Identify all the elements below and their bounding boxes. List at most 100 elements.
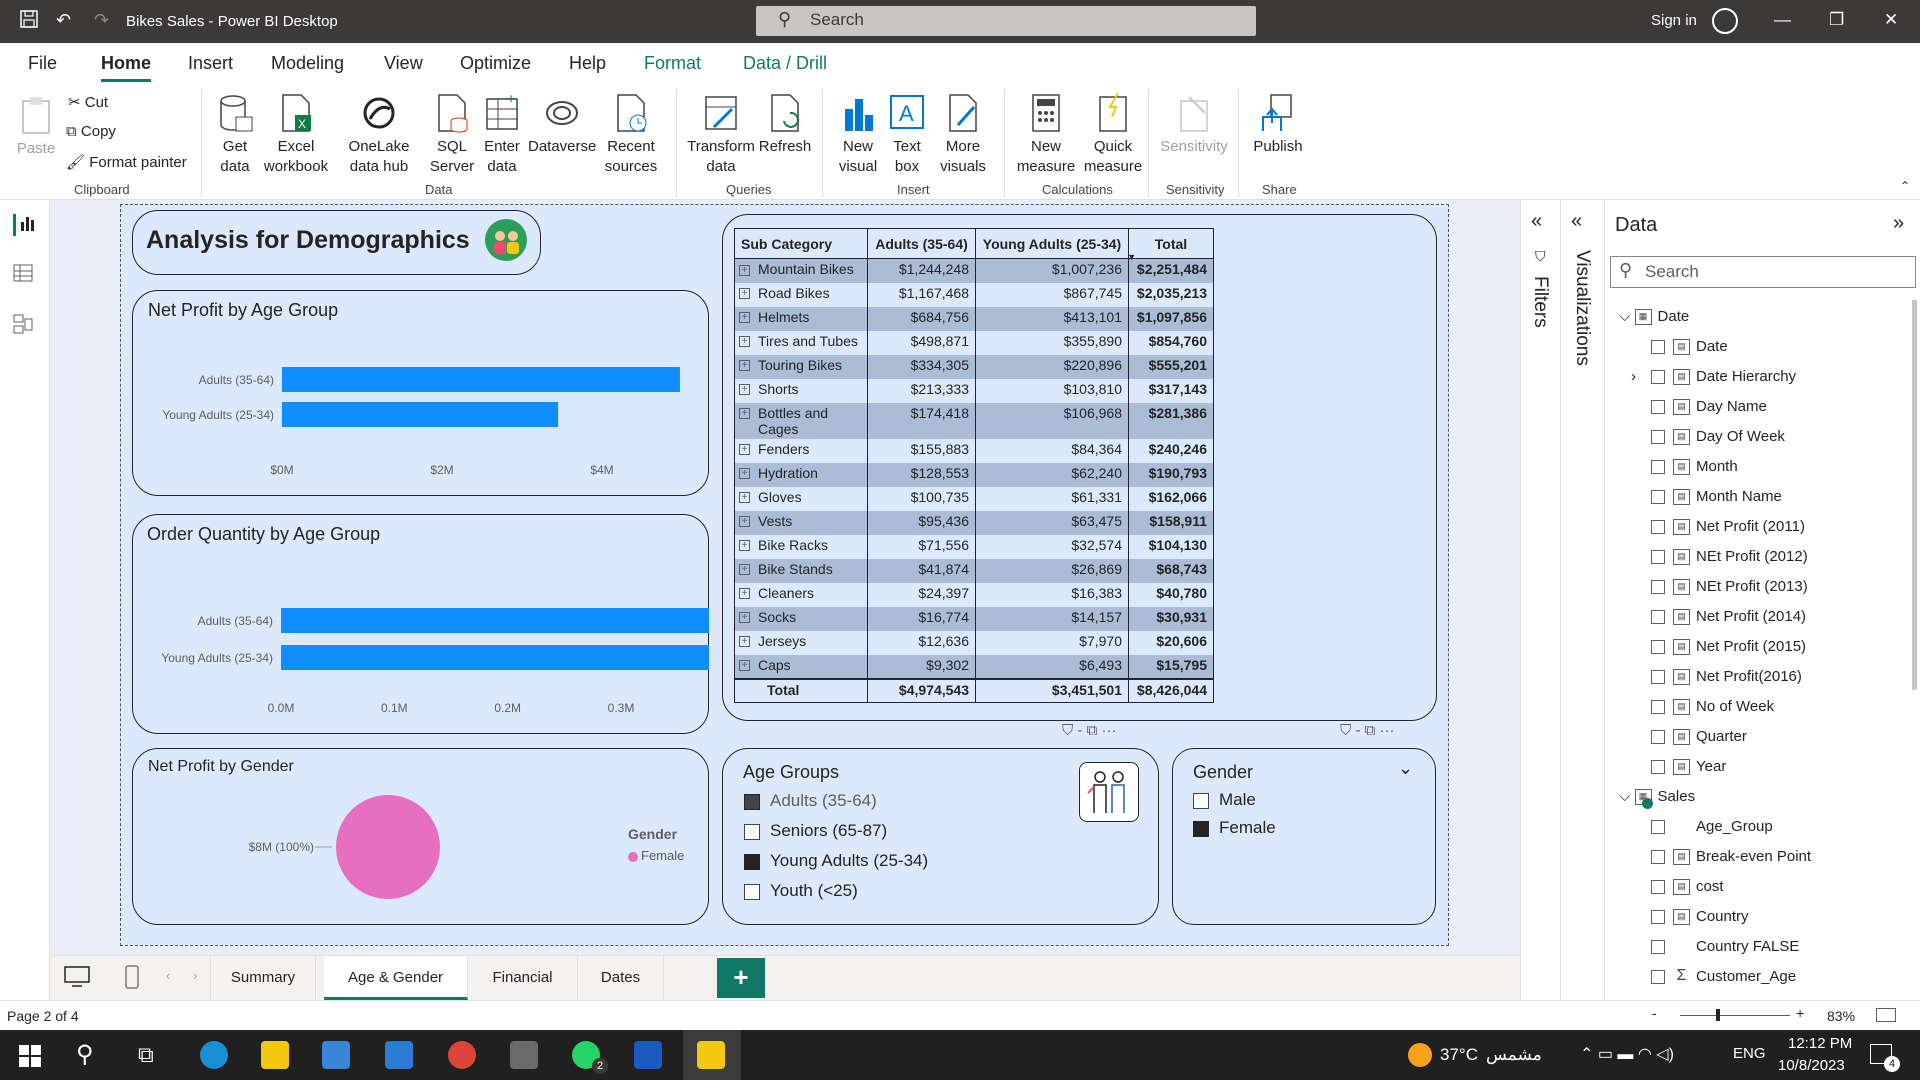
checkbox-unchecked[interactable]: [744, 823, 760, 840]
matrix-row[interactable]: + Bottles and Cages $174,418 $106,968 $281,3…: [734, 402, 1214, 439]
field-item[interactable]: ▤ Net Profit (2011): [1651, 518, 1805, 536]
store-icon[interactable]: [322, 1041, 350, 1069]
undo-icon[interactable]: ↶: [56, 10, 71, 31]
field-item[interactable]: ▤ Break-even Point: [1651, 848, 1811, 866]
sign-in-link[interactable]: Sign in: [1651, 12, 1697, 29]
file-explorer-icon[interactable]: [261, 1041, 289, 1069]
field-item[interactable]: ▤ Day Of Week: [1651, 428, 1785, 446]
expand-row-icon[interactable]: +: [739, 312, 750, 324]
expand-row-icon[interactable]: +: [739, 408, 750, 420]
chevron-right-icon[interactable]: ›: [1631, 368, 1636, 385]
expand-row-icon[interactable]: +: [739, 516, 750, 528]
mail-icon[interactable]: [385, 1041, 413, 1069]
edge-icon[interactable]: [200, 1041, 228, 1069]
model-view-icon[interactable]: [13, 314, 37, 336]
more-visuals-button[interactable]: More visuals: [932, 93, 994, 177]
calculator-app-icon[interactable]: [510, 1041, 538, 1069]
expand-row-icon[interactable]: +: [739, 264, 750, 276]
field-item[interactable]: ▤ Day Name: [1651, 398, 1767, 416]
matrix-row[interactable]: + Road Bikes $1,167,468 $867,745 $2,035,213: [734, 282, 1214, 307]
minimize-icon[interactable]: —: [1774, 10, 1791, 30]
save-icon[interactable]: [20, 10, 38, 33]
matrix-row[interactable]: + Tires and Tubes $498,871 $355,890 $854,760: [734, 330, 1214, 355]
restore-icon[interactable]: ❐: [1829, 10, 1844, 30]
visual-header-icons[interactable]: ⛉ - ⧉ ···: [1340, 722, 1394, 739]
field-checkbox[interactable]: [1651, 340, 1665, 355]
expand-row-icon[interactable]: +: [739, 336, 750, 348]
chevron-down-icon[interactable]: ⌄: [1398, 758, 1413, 779]
collapse-data-pane-icon[interactable]: »: [1893, 212, 1904, 235]
expand-row-icon[interactable]: +: [739, 468, 750, 480]
matrix-row[interactable]: + Shorts $213,333 $103,810 $317,143: [734, 378, 1214, 403]
col-header-subcategory[interactable]: Sub Category: [734, 228, 868, 259]
collapse-ribbon-icon[interactable]: ⌃: [1900, 179, 1910, 193]
windows-start-icon[interactable]: [19, 1045, 41, 1072]
field-item[interactable]: Country FALSE: [1651, 938, 1799, 955]
data-search-input[interactable]: ⚲ Search: [1610, 256, 1916, 288]
field-checkbox[interactable]: [1651, 910, 1665, 925]
tab-next-icon[interactable]: ›: [193, 968, 197, 983]
field-item[interactable]: ▤ Month: [1651, 458, 1738, 476]
checkbox-checked[interactable]: [744, 793, 760, 810]
field-item[interactable]: Σ Customer_Age: [1651, 968, 1796, 985]
field-item[interactable]: ▤ NEt Profit (2012): [1651, 548, 1808, 566]
taskbar-search-icon[interactable]: ⚲: [76, 1040, 94, 1069]
field-item[interactable]: ▤ cost: [1651, 878, 1724, 896]
expand-row-icon[interactable]: +: [739, 540, 750, 552]
visualizations-pane[interactable]: « Visualizations: [1560, 200, 1604, 1000]
matrix-row[interactable]: + Fenders $155,883 $84,364 $240,246: [734, 438, 1214, 463]
field-checkbox[interactable]: [1651, 820, 1665, 835]
menu-optimize[interactable]: Optimize: [460, 53, 531, 74]
excel-workbook-button[interactable]: X Excel workbook: [262, 93, 330, 177]
field-checkbox[interactable]: [1651, 550, 1665, 565]
matrix-row[interactable]: + Vests $95,436 $63,475 $158,911: [734, 510, 1214, 535]
tab-age-gender[interactable]: Age & Gender: [324, 956, 468, 1000]
field-checkbox[interactable]: [1651, 370, 1665, 385]
fit-to-page-icon[interactable]: [1876, 1008, 1896, 1022]
onelake-button[interactable]: OneLake data hub: [332, 93, 426, 177]
text-box-button[interactable]: A Text box: [884, 93, 930, 177]
field-item[interactable]: ▤ Year: [1651, 758, 1726, 776]
chevron-down-icon[interactable]: ⌵: [1619, 788, 1635, 805]
tray-icons[interactable]: ⌃ ▭ ▬ ◠ ◁): [1580, 1044, 1674, 1064]
expand-row-icon[interactable]: +: [739, 384, 750, 396]
chrome-icon[interactable]: [448, 1041, 476, 1069]
new-measure-button[interactable]: New measure: [1014, 93, 1078, 177]
tab-prev-icon[interactable]: ‹: [166, 968, 170, 983]
field-checkbox[interactable]: [1651, 610, 1665, 625]
expand-filters-icon[interactable]: «: [1531, 210, 1542, 233]
field-checkbox[interactable]: [1651, 760, 1665, 775]
scrollbar[interactable]: [1912, 300, 1917, 690]
new-visual-button[interactable]: New visual: [830, 93, 886, 177]
copy-button[interactable]: ⧉ Copy: [66, 123, 116, 140]
expand-row-icon[interactable]: +: [739, 492, 750, 504]
bar[interactable]: [282, 402, 559, 427]
field-checkbox[interactable]: [1651, 490, 1665, 505]
paste-button[interactable]: Paste: [14, 95, 58, 159]
desktop-layout-icon[interactable]: [64, 966, 90, 993]
field-checkbox[interactable]: [1651, 730, 1665, 745]
matrix-row[interactable]: + Mountain Bikes $1,244,248 $1,007,236 $2,25…: [734, 258, 1214, 283]
expand-visualizations-icon[interactable]: «: [1571, 210, 1582, 233]
matrix-row[interactable]: + Touring Bikes $334,305 $220,896 $555,201: [734, 354, 1214, 379]
sql-server-button[interactable]: SQL Server: [428, 93, 476, 177]
zoom-slider-thumb[interactable]: [1716, 1009, 1720, 1021]
slicer-option[interactable]: Seniors (65-87): [744, 821, 887, 841]
checkbox-unchecked[interactable]: [744, 883, 760, 900]
bar[interactable]: [281, 608, 709, 633]
language-indicator[interactable]: ENG: [1733, 1045, 1766, 1062]
field-checkbox[interactable]: [1651, 400, 1665, 415]
checkbox-unchecked[interactable]: [1193, 792, 1209, 809]
field-checkbox[interactable]: [1651, 850, 1665, 865]
field-item[interactable]: ▤ Date: [1651, 338, 1728, 356]
slicer-option[interactable]: Young Adults (25-34): [744, 851, 928, 871]
menu-file[interactable]: File: [28, 53, 57, 74]
expand-row-icon[interactable]: +: [739, 612, 750, 624]
matrix-row[interactable]: + Jerseys $12,636 $7,970 $20,606: [734, 630, 1214, 655]
cut-button[interactable]: ✂ Cut: [68, 93, 108, 111]
mobile-layout-icon[interactable]: [125, 965, 139, 994]
field-item[interactable]: ▤ No of Week: [1651, 698, 1774, 716]
clock-date[interactable]: 10/8/2023: [1778, 1057, 1845, 1074]
field-checkbox[interactable]: [1651, 670, 1665, 685]
field-checkbox[interactable]: [1651, 880, 1665, 895]
